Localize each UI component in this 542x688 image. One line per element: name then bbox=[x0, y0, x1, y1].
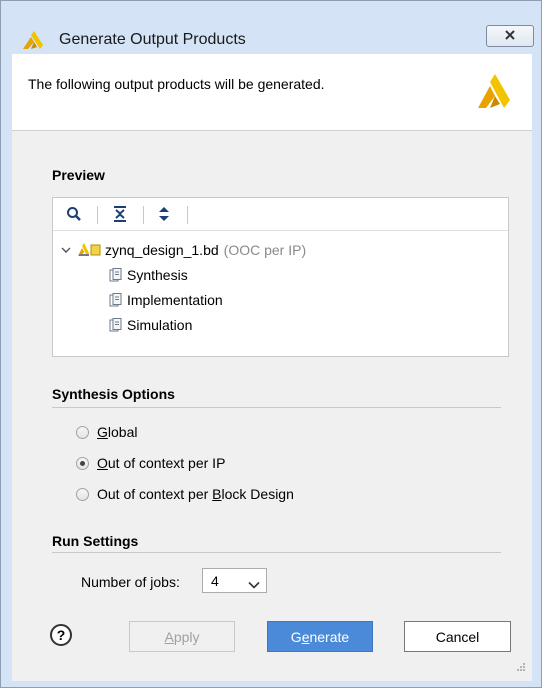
title-bar[interactable]: Generate Output Products bbox=[1, 1, 541, 53]
close-icon bbox=[504, 28, 516, 44]
radio-button[interactable] bbox=[76, 425, 89, 439]
apply-button[interactable]: Apply bbox=[129, 621, 235, 652]
radio-button[interactable] bbox=[76, 487, 89, 501]
radio-option-ooc-per-block-design[interactable]: Out of context per Block Design bbox=[76, 484, 294, 504]
tree-item[interactable]: Synthesis bbox=[109, 265, 188, 285]
dialog-content: The following output products will be ge… bbox=[12, 54, 532, 681]
radio-label: Global bbox=[97, 424, 138, 440]
jobs-value: 4 bbox=[211, 572, 219, 589]
cancel-button[interactable]: Cancel bbox=[404, 621, 511, 652]
run-settings-title: Run Settings bbox=[52, 533, 139, 549]
preview-panel: zynq_design_1.bd (OOC per IP) Synthesis bbox=[52, 197, 509, 357]
tree-root-label: zynq_design_1.bd bbox=[105, 242, 219, 258]
vivado-logo-icon bbox=[23, 31, 45, 52]
close-button[interactable] bbox=[486, 25, 534, 47]
generate-button[interactable]: Ge nerate bbox=[267, 621, 373, 652]
file-icon bbox=[109, 293, 123, 307]
preview-title: Preview bbox=[52, 167, 105, 183]
resize-grip-icon[interactable] bbox=[516, 659, 526, 675]
collapse-all-button[interactable] bbox=[109, 204, 131, 226]
tree-root-note: (OOC per IP) bbox=[223, 242, 307, 258]
section-divider bbox=[52, 552, 501, 553]
radio-label: Out of context per Block Design bbox=[97, 486, 294, 502]
expand-all-button[interactable] bbox=[153, 204, 175, 226]
radio-label: Out of context per IP bbox=[97, 455, 226, 471]
generate-output-products-dialog: Generate Output Products The following o… bbox=[0, 0, 542, 688]
expand-all-icon bbox=[157, 206, 171, 225]
section-divider bbox=[52, 407, 501, 408]
tree-item[interactable]: Simulation bbox=[109, 315, 192, 335]
collapse-all-icon bbox=[113, 205, 127, 225]
file-icon bbox=[109, 268, 123, 282]
radio-option-global[interactable]: Global bbox=[76, 422, 137, 442]
header-message: The following output products will be ge… bbox=[28, 76, 325, 92]
radio-option-ooc-per-ip[interactable]: Out of context per IP bbox=[76, 453, 225, 473]
radio-button-selected[interactable] bbox=[76, 456, 89, 470]
chevron-down-icon bbox=[248, 576, 260, 592]
header-panel: The following output products will be ge… bbox=[12, 54, 532, 131]
tree-item-label: Simulation bbox=[127, 317, 193, 333]
toolbar-separator bbox=[143, 206, 144, 224]
toolbar-separator bbox=[97, 206, 98, 224]
tree-item-label: Synthesis bbox=[127, 267, 188, 283]
synthesis-options-title: Synthesis Options bbox=[52, 386, 175, 402]
tree-root[interactable]: zynq_design_1.bd (OOC per IP) bbox=[61, 240, 306, 260]
jobs-select[interactable]: 4 bbox=[202, 568, 267, 593]
jobs-label: Number of jobs: bbox=[81, 574, 180, 590]
help-button[interactable]: ? bbox=[50, 624, 72, 646]
preview-toolbar bbox=[53, 198, 508, 231]
block-design-icon bbox=[77, 243, 101, 257]
vivado-logo-icon bbox=[478, 74, 512, 111]
toolbar-separator bbox=[187, 206, 188, 224]
search-button[interactable] bbox=[63, 204, 85, 226]
search-icon bbox=[66, 206, 82, 225]
tree-item[interactable]: Implementation bbox=[109, 290, 223, 310]
tree-item-label: Implementation bbox=[127, 292, 223, 308]
window-title: Generate Output Products bbox=[59, 31, 246, 48]
file-icon bbox=[109, 318, 123, 332]
chevron-down-icon[interactable] bbox=[61, 246, 71, 254]
